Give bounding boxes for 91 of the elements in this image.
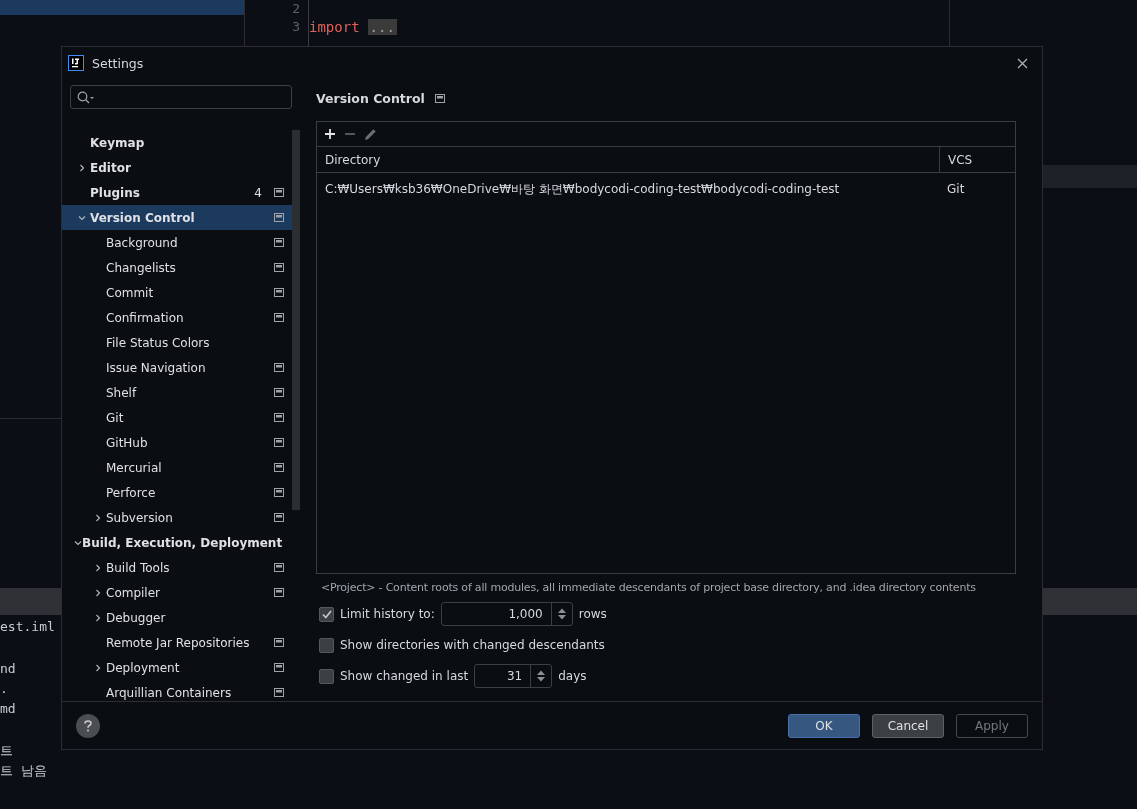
- column-header[interactable]: VCS: [939, 147, 1015, 172]
- checkbox[interactable]: [319, 637, 334, 653]
- chevron-right-icon[interactable]: [94, 588, 102, 597]
- tree-item[interactable]: Changelists: [62, 255, 292, 280]
- file-name: .: [0, 681, 8, 696]
- project-level-icon: [434, 93, 445, 103]
- tree-item[interactable]: Background: [62, 230, 292, 255]
- spinner-arrows-icon[interactable]: [536, 669, 547, 683]
- file-name: 트 남음: [0, 763, 47, 778]
- question-mark-icon: [84, 719, 92, 732]
- project-level-icon: [274, 188, 284, 197]
- file-name: est.iml: [0, 619, 55, 634]
- table-cell-text: Git: [946, 181, 966, 198]
- tree-item[interactable]: Build, Execution, Deployment: [62, 530, 292, 555]
- count-label: 4: [254, 185, 262, 200]
- scrollbar[interactable]: [292, 130, 300, 510]
- unit-label: days: [558, 669, 587, 683]
- project-level-icon: [274, 263, 284, 272]
- tree-item[interactable]: GitHub: [62, 430, 292, 455]
- project-level-icon: [274, 638, 284, 647]
- number-field[interactable]: 31: [474, 664, 553, 688]
- project-level-icon: [274, 688, 284, 697]
- add-icon[interactable]: [324, 128, 336, 140]
- project-level-icon: [274, 438, 284, 447]
- help-button[interactable]: [76, 713, 100, 738]
- chevron-down-icon[interactable]: [78, 213, 86, 222]
- project-level-icon: [274, 238, 284, 247]
- window-title: Settings: [92, 55, 144, 71]
- chevron-right-icon[interactable]: [94, 563, 102, 572]
- chevron-right-icon[interactable]: [94, 613, 102, 622]
- tree-item[interactable]: Mercurial: [62, 455, 292, 480]
- help-note: <Project> - Content roots of all modules, all immediate descendants of project base directory, and .idea directory contents: [320, 581, 977, 594]
- option-label: Limit history to:: [340, 607, 435, 621]
- search-icon: [77, 90, 95, 104]
- number-field[interactable]: 1,000: [440, 602, 573, 626]
- chevron-right-icon[interactable]: [78, 163, 86, 172]
- page-title: Version Control: [316, 90, 425, 106]
- checkbox[interactable]: [319, 606, 334, 622]
- folded-code[interactable]: ...: [367, 19, 397, 35]
- tree-item[interactable]: Remote Jar Repositories: [62, 630, 292, 655]
- tree-item[interactable]: Arquillian Containers: [62, 680, 292, 701]
- file-name: nd: [0, 661, 16, 676]
- chevron-right-icon[interactable]: [94, 513, 102, 522]
- file-name: 트: [0, 743, 13, 758]
- close-icon: [1017, 57, 1028, 69]
- project-level-icon: [274, 513, 284, 522]
- project-level-icon: [274, 213, 284, 222]
- project-level-icon: [274, 413, 284, 422]
- option-label: Show changed in last: [340, 669, 469, 683]
- tree-item[interactable]: Confirmation: [62, 305, 292, 330]
- project-level-icon: [274, 563, 284, 572]
- search-field[interactable]: [70, 85, 292, 109]
- app-logo-icon: [68, 55, 84, 71]
- dialog-button[interactable]: Cancel: [872, 713, 944, 738]
- project-level-icon: [274, 463, 284, 472]
- project-level-icon: [274, 388, 284, 397]
- checkmark-icon: [321, 609, 332, 619]
- tree-item[interactable]: Subversion: [62, 505, 292, 530]
- tree-item[interactable]: Git: [62, 405, 292, 430]
- code-keyword: import: [309, 19, 360, 35]
- project-level-icon: [274, 288, 284, 297]
- project-level-icon: [274, 363, 284, 372]
- tree-item[interactable]: Issue Navigation: [62, 355, 292, 380]
- line-number: 3: [292, 18, 300, 36]
- dialog-button[interactable]: OK: [788, 713, 860, 738]
- project-level-icon: [274, 313, 284, 322]
- unit-label: rows: [578, 607, 607, 621]
- chevron-right-icon[interactable]: [94, 663, 102, 672]
- tree-item[interactable]: Editor: [62, 155, 292, 180]
- option-label: Show directories with changed descendants: [340, 638, 605, 652]
- line-number: 2: [292, 0, 300, 18]
- tree-item[interactable]: Plugins 4: [62, 180, 292, 205]
- file-name: md: [0, 701, 16, 716]
- checkbox[interactable]: [319, 668, 334, 684]
- project-level-icon: [274, 663, 284, 672]
- spinner-arrows-icon[interactable]: [556, 607, 567, 621]
- tree-item[interactable]: Debugger: [62, 605, 292, 630]
- tree-item[interactable]: Compiler: [62, 580, 292, 605]
- project-level-icon: [274, 488, 284, 497]
- table-cell-text: C:₩Users₩ksb36₩OneDrive₩바탕 화면₩bodycodi-coding-test₩bodycodi-coding-test: [324, 180, 841, 198]
- tree-item[interactable]: Commit: [62, 280, 292, 305]
- tree-item[interactable]: Perforce: [62, 480, 292, 505]
- tree-item[interactable]: Shelf: [62, 380, 292, 405]
- column-header[interactable]: Directory: [317, 147, 939, 172]
- tree-item[interactable]: Version Control: [62, 205, 292, 230]
- chevron-down-icon[interactable]: [74, 538, 82, 547]
- project-level-icon: [274, 588, 284, 597]
- tree-item[interactable]: Build Tools: [62, 555, 292, 580]
- tree-item[interactable]: Keymap: [62, 130, 292, 155]
- tree-item[interactable]: Deployment: [62, 655, 292, 680]
- tree-item[interactable]: File Status Colors: [62, 330, 292, 355]
